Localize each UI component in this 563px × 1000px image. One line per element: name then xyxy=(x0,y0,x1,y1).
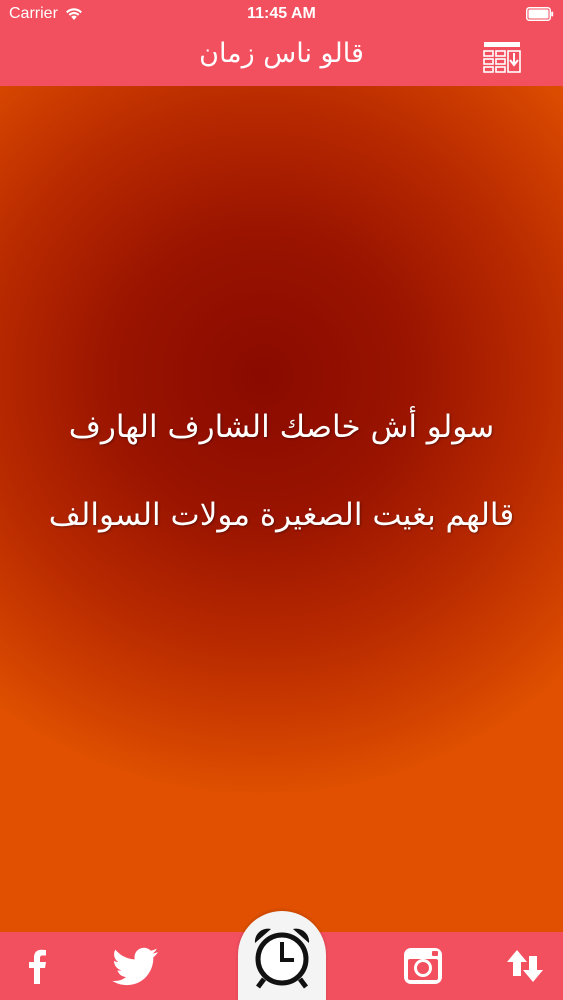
twitter-icon[interactable] xyxy=(112,946,160,986)
alarm-button[interactable] xyxy=(238,911,326,1000)
quote-background: سولو أش خاصك الشارف الهارف قالهم بغيت ال… xyxy=(0,86,563,932)
proverb-line-2: قالهم بغيت الصغيرة مولات السوالف xyxy=(48,497,515,533)
battery-icon xyxy=(526,7,554,21)
status-bar: Carrier 11:45 AM xyxy=(0,0,563,30)
facebook-icon[interactable] xyxy=(18,946,58,986)
alarm-clock-icon xyxy=(254,928,310,989)
grid-download-icon[interactable] xyxy=(482,40,522,74)
proverb-text: سولو أش خاصك الشارف الهارف قالهم بغيت ال… xyxy=(20,404,543,538)
page-title: قالو ناس زمان xyxy=(199,38,364,69)
proverb-line-1: سولو أش خاصك الشارف الهارف xyxy=(68,409,495,445)
header-bar: Carrier 11:45 AM قالو ناس زمان xyxy=(0,0,563,86)
instagram-icon[interactable] xyxy=(402,946,444,986)
app-screen: Carrier 11:45 AM قالو ناس زمان سولو أش خ… xyxy=(0,0,563,1000)
shuffle-arrows-icon[interactable] xyxy=(505,946,545,986)
status-time: 11:45 AM xyxy=(247,5,316,22)
